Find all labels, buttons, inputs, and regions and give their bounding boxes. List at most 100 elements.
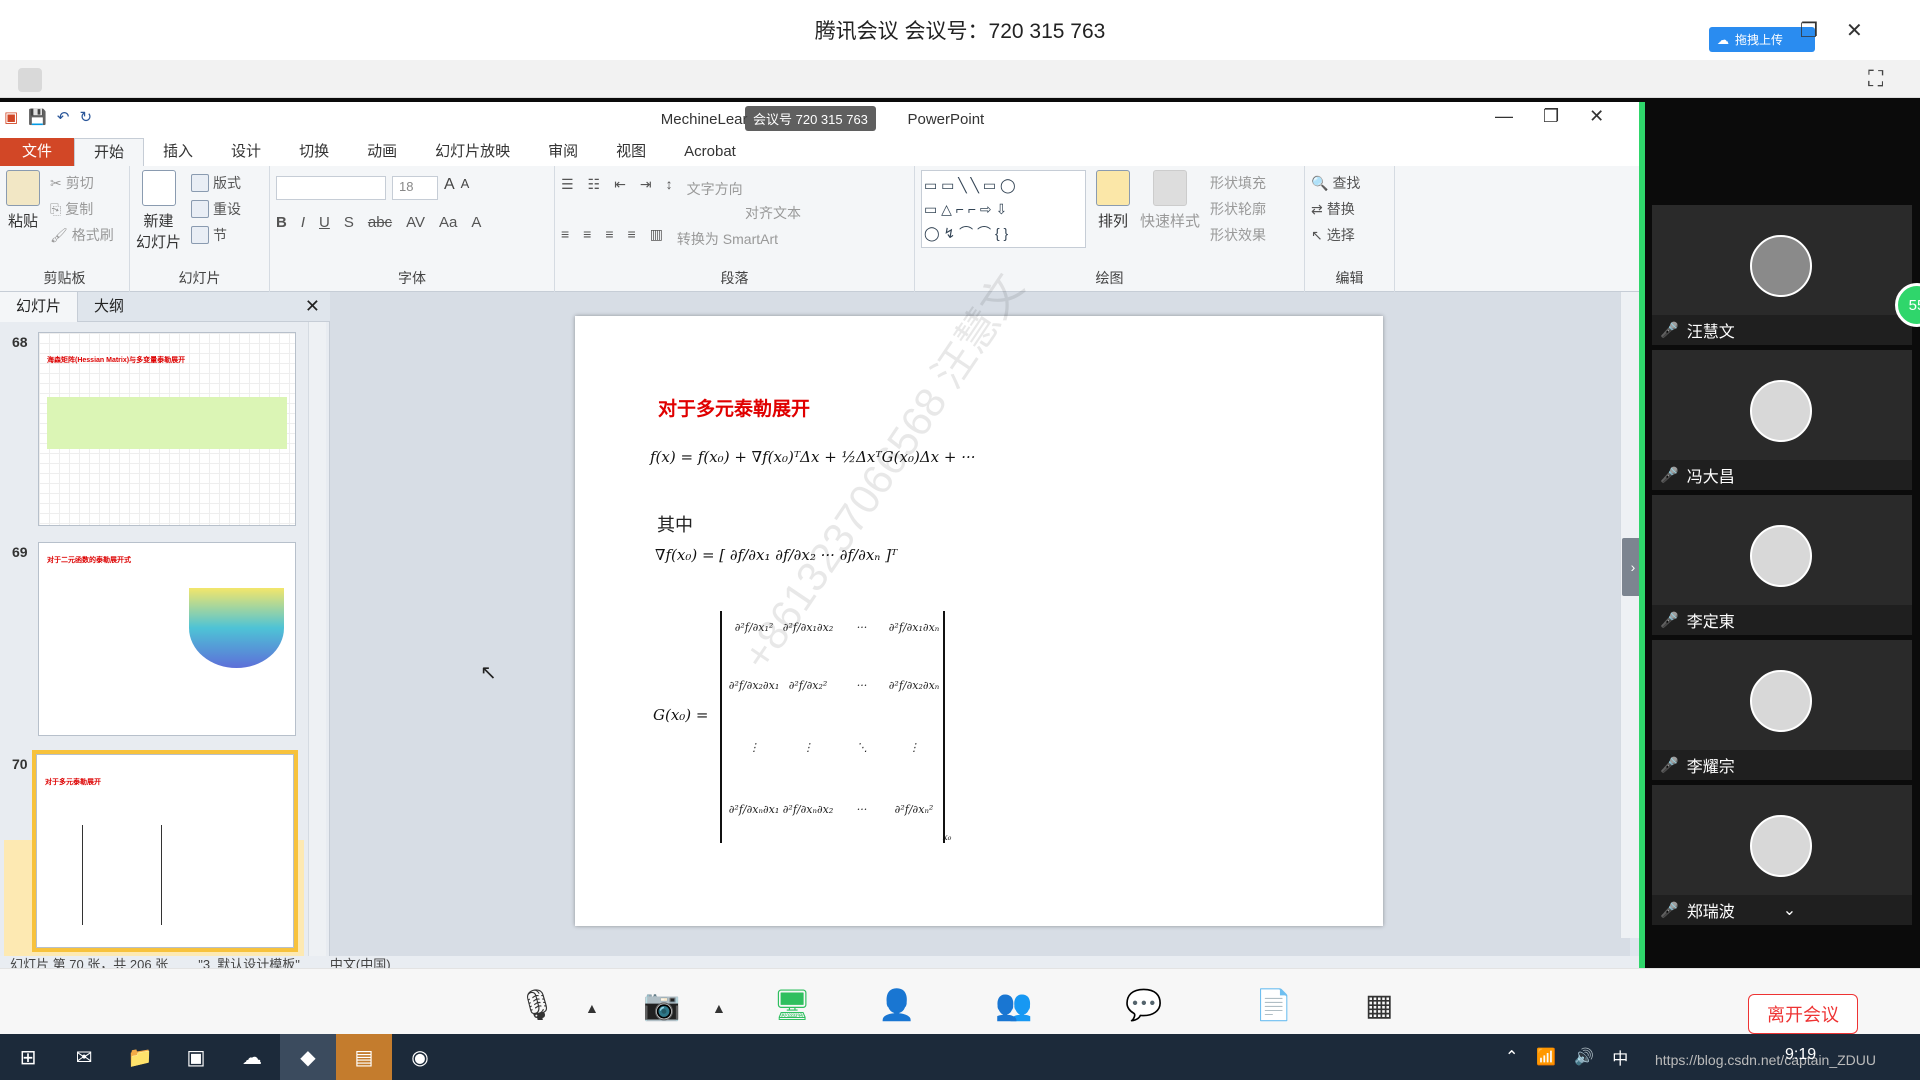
- invite-icon[interactable]: 👤: [878, 988, 915, 1023]
- mic-options-icon[interactable]: ▲: [585, 1000, 599, 1016]
- slide-scrollbar[interactable]: [1620, 292, 1639, 938]
- grow-font-icon[interactable]: A: [444, 176, 455, 200]
- chrome-icon[interactable]: ◉: [392, 1034, 448, 1080]
- meeting-app-icon[interactable]: ◆: [280, 1034, 336, 1080]
- thumbnails-scrollbar[interactable]: [308, 322, 326, 968]
- video-options-icon[interactable]: ▲: [712, 1000, 726, 1016]
- mute-mic-icon[interactable]: 🎙: [518, 988, 556, 1023]
- thumb-slide-68[interactable]: 海森矩阵(Hessian Matrix)与多变量泰勒展开: [38, 332, 296, 526]
- align-center-icon[interactable]: ≡: [583, 226, 591, 252]
- underline-icon[interactable]: U: [319, 214, 330, 231]
- text-direction-button[interactable]: 文字方向: [687, 176, 743, 202]
- close-icon[interactable]: ✕: [1846, 18, 1863, 43]
- spacing-icon[interactable]: AV: [406, 214, 425, 231]
- font-size-select[interactable]: 18: [392, 176, 438, 200]
- participant-card[interactable]: 🎤 李耀宗: [1652, 640, 1912, 780]
- ppt-close-icon[interactable]: ✕: [1589, 106, 1604, 127]
- tab-transitions[interactable]: 切换: [280, 138, 348, 166]
- participant-card[interactable]: 🎤 李定東: [1652, 495, 1912, 635]
- cut-button[interactable]: ✂ 剪切: [50, 170, 114, 196]
- share-screen-icon[interactable]: 🖥: [773, 988, 811, 1023]
- format-painter-button[interactable]: 🖌 格式刷: [50, 222, 114, 248]
- italic-icon[interactable]: I: [301, 214, 305, 231]
- columns-icon[interactable]: ▥: [650, 226, 663, 252]
- volume-icon[interactable]: 🔊: [1574, 1047, 1594, 1067]
- copy-button[interactable]: ⎘ 复制: [50, 196, 114, 222]
- thumb-slide-70[interactable]: 对于多元泰勒展开: [32, 750, 298, 952]
- thumb-slide-69[interactable]: 对于二元函数的泰勒展开式: [38, 542, 296, 736]
- bold-icon[interactable]: B: [276, 214, 287, 231]
- participant-card[interactable]: 🎤 汪慧文: [1652, 205, 1912, 345]
- chat-icon[interactable]: 💬: [1125, 988, 1162, 1023]
- strike-icon[interactable]: abc: [368, 214, 392, 231]
- chevron-down-icon[interactable]: ⌄: [1783, 900, 1796, 920]
- undo-icon[interactable]: ↶: [57, 108, 70, 126]
- mic-muted-icon: 🎤: [1660, 902, 1679, 919]
- apps-icon[interactable]: ▦: [1365, 988, 1393, 1023]
- restore-icon[interactable]: ❐: [1800, 18, 1818, 43]
- align-right-icon[interactable]: ≡: [605, 226, 613, 252]
- participant-card[interactable]: 🎤 郑瑞波 ⌄: [1652, 785, 1912, 925]
- expand-panel-icon[interactable]: ›: [1622, 538, 1639, 596]
- terminal-icon[interactable]: ▣: [168, 1034, 224, 1080]
- tab-design[interactable]: 设计: [212, 138, 280, 166]
- tab-home[interactable]: 开始: [74, 138, 145, 166]
- shield-icon[interactable]: [18, 68, 42, 92]
- maximize-icon[interactable]: ❐: [1543, 106, 1559, 127]
- windows-start-icon[interactable]: ⊞: [0, 1034, 56, 1080]
- shape-outline-button[interactable]: 形状轮廓: [1210, 196, 1266, 222]
- tab-view[interactable]: 视图: [597, 138, 665, 166]
- tab-review[interactable]: 审阅: [529, 138, 597, 166]
- clock[interactable]: 9:19: [1785, 1046, 1816, 1064]
- tab-slideshow[interactable]: 幻灯片放映: [416, 138, 529, 166]
- wifi-icon[interactable]: 📶: [1536, 1047, 1556, 1067]
- document-icon[interactable]: 📄: [1255, 988, 1292, 1023]
- current-slide[interactable]: +8613237066568 汪慧文 对于多元泰勒展开 f(x) = f(x₀)…: [575, 265, 1383, 926]
- save-icon[interactable]: 💾: [28, 108, 47, 126]
- video-off-icon[interactable]: 📷: [643, 988, 680, 1023]
- outdent-icon[interactable]: ⇥: [640, 176, 652, 202]
- numbering-icon[interactable]: ☷: [588, 176, 601, 202]
- ime-indicator[interactable]: 中: [1612, 1045, 1628, 1069]
- indent-icon[interactable]: ⇤: [614, 176, 626, 202]
- find-button[interactable]: 🔍 查找: [1311, 170, 1388, 196]
- highlighted-app-icon[interactable]: ▤: [336, 1034, 392, 1080]
- bullets-icon[interactable]: ☰: [561, 176, 574, 202]
- tab-animations[interactable]: 动画: [348, 138, 416, 166]
- tab-outline[interactable]: 大纲: [78, 292, 140, 322]
- matrix-cell: ∂²f/∂xₙ∂x₁: [728, 803, 780, 816]
- minimize-icon[interactable]: —: [1495, 106, 1513, 127]
- shape-effect-button[interactable]: 形状效果: [1210, 222, 1266, 248]
- tab-slides[interactable]: 幻灯片: [0, 291, 79, 322]
- font-color-icon[interactable]: A: [471, 214, 481, 231]
- select-button[interactable]: ↖ 选择: [1311, 222, 1388, 248]
- shapes-gallery[interactable]: ▭ ▭ ╲ ╲ ▭ ◯ ▭ △ ⌐ ⌐ ⇨ ⇩ ◯ ↯ ⌒ ⌒ { }: [921, 170, 1086, 248]
- shape-fill-button[interactable]: 形状填充: [1210, 170, 1266, 196]
- justify-icon[interactable]: ≡: [628, 226, 636, 252]
- align-left-icon[interactable]: ≡: [561, 226, 569, 252]
- layout-button[interactable]: 版式: [191, 170, 241, 196]
- fullscreen-icon[interactable]: ⛶: [1868, 66, 1883, 92]
- reset-button[interactable]: 重设: [191, 196, 241, 222]
- file-explorer-icon[interactable]: 📁: [112, 1034, 168, 1080]
- mail-icon[interactable]: ✉: [56, 1034, 112, 1080]
- align-text-button[interactable]: 对齐文本: [745, 200, 801, 226]
- smartart-button[interactable]: 转换为 SmartArt: [677, 226, 778, 252]
- case-icon[interactable]: Aa: [439, 214, 457, 231]
- participant-card[interactable]: 🎤 冯大昌: [1652, 350, 1912, 490]
- redo-icon[interactable]: ↻: [79, 108, 92, 126]
- tencent-meeting-icon[interactable]: ☁: [224, 1034, 280, 1080]
- replace-button[interactable]: ⇄ 替换: [1311, 196, 1388, 222]
- pane-close-icon[interactable]: ✕: [305, 296, 320, 317]
- tab-file[interactable]: 文件: [0, 138, 75, 166]
- leave-meeting-button[interactable]: 离开会议: [1748, 994, 1858, 1034]
- tab-acrobat[interactable]: Acrobat: [665, 138, 755, 166]
- tab-insert[interactable]: 插入: [144, 138, 212, 166]
- section-button[interactable]: 节: [191, 222, 241, 248]
- chevron-up-icon[interactable]: ⌃: [1505, 1047, 1518, 1067]
- line-spacing-icon[interactable]: ↕: [666, 176, 673, 202]
- font-name-select[interactable]: [276, 176, 386, 200]
- shadow-icon[interactable]: S: [344, 214, 354, 231]
- shrink-font-icon[interactable]: A: [461, 176, 470, 200]
- members-icon[interactable]: 👥: [995, 988, 1032, 1023]
